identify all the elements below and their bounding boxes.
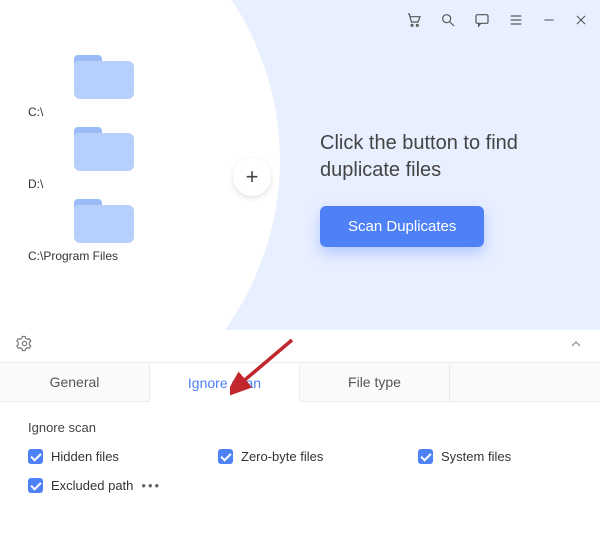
upper-panel: C:\ D:\ C:\Program Files + Click the but… <box>0 0 600 330</box>
folder-icon <box>74 127 134 171</box>
chevron-up-icon[interactable] <box>568 336 584 357</box>
settings-section-title: Ignore scan <box>28 420 572 435</box>
ignore-options-grid: Hidden files Zero-byte files System file… <box>28 449 572 493</box>
minimize-icon[interactable] <box>542 13 556 27</box>
checkbox-icon[interactable] <box>28 449 43 464</box>
scan-duplicates-button[interactable]: Scan Duplicates <box>320 206 484 247</box>
menu-icon[interactable] <box>508 12 524 28</box>
cart-icon[interactable] <box>406 12 422 28</box>
option-system-files[interactable]: System files <box>418 449 578 464</box>
tab-general[interactable]: General <box>0 363 150 401</box>
feedback-icon[interactable] <box>474 12 490 28</box>
gear-icon[interactable] <box>16 335 33 357</box>
ignore-scan-panel: Ignore scan Hidden files Zero-byte files… <box>0 402 600 550</box>
settings-bar <box>0 330 600 362</box>
checkbox-label: Excluded path <box>51 478 133 493</box>
app-window: C:\ D:\ C:\Program Files + Click the but… <box>0 0 600 550</box>
folder-icon <box>74 199 134 243</box>
plus-icon: + <box>246 164 259 190</box>
checkbox-icon[interactable] <box>418 449 433 464</box>
option-hidden-files[interactable]: Hidden files <box>28 449 218 464</box>
scan-folder-item[interactable]: C:\Program Files <box>28 199 228 263</box>
folder-label: C:\Program Files <box>28 249 228 263</box>
scan-folder-list: C:\ D:\ C:\Program Files <box>28 55 228 271</box>
folder-label: D:\ <box>28 177 228 191</box>
scan-folder-item[interactable]: D:\ <box>28 127 228 191</box>
titlebar <box>0 0 600 40</box>
checkbox-icon[interactable] <box>28 478 43 493</box>
scan-cta-panel: Click the button to find duplicate files… <box>320 130 570 247</box>
checkbox-label: System files <box>441 449 511 464</box>
option-zero-byte-files[interactable]: Zero-byte files <box>218 449 418 464</box>
option-excluded-path[interactable]: Excluded path ••• <box>28 478 218 493</box>
scan-heading: Click the button to find duplicate files <box>320 130 570 184</box>
tab-file-type[interactable]: File type <box>300 363 450 401</box>
scan-folder-item[interactable]: C:\ <box>28 55 228 119</box>
search-icon[interactable] <box>440 12 456 28</box>
close-icon[interactable] <box>574 13 588 27</box>
checkbox-label: Hidden files <box>51 449 119 464</box>
tab-ignore-scan[interactable]: Ignore scan <box>150 364 300 402</box>
add-folder-button[interactable]: + <box>233 158 271 196</box>
checkbox-icon[interactable] <box>218 449 233 464</box>
folder-label: C:\ <box>28 105 228 119</box>
folder-icon <box>74 55 134 99</box>
more-options-icon[interactable]: ••• <box>141 478 161 493</box>
checkbox-label: Zero-byte files <box>241 449 323 464</box>
settings-tabs: General Ignore scan File type <box>0 362 600 402</box>
